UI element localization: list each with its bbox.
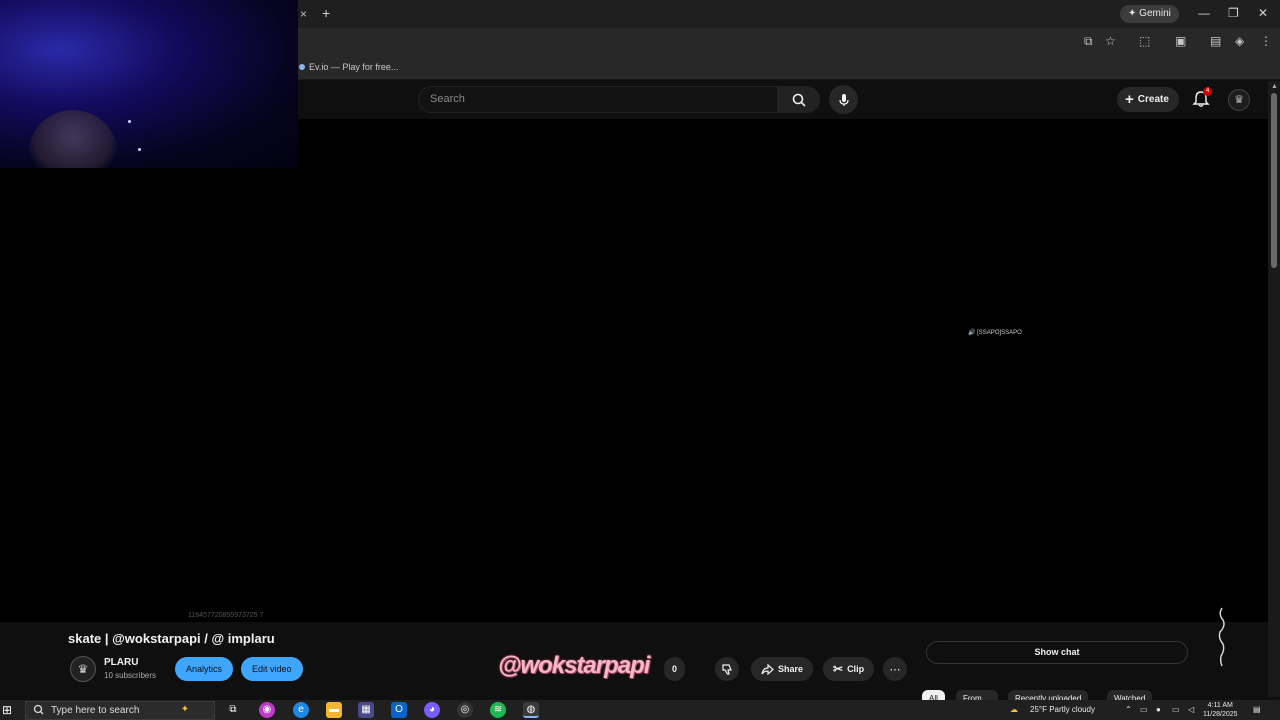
gemini-label: Gemini — [1139, 8, 1171, 19]
share-label: Share — [778, 664, 804, 674]
account-avatar[interactable]: ♛ — [1228, 89, 1250, 111]
install-app-icon[interactable]: ⧉ — [1084, 34, 1093, 49]
tray-volume-icon[interactable]: ◁ — [1188, 705, 1194, 714]
clip-button[interactable]: ✂ Clip — [823, 657, 875, 681]
bookmark-label: Ev.io — Play for free... — [309, 62, 399, 72]
share-button[interactable]: Share — [751, 657, 814, 681]
stream-watermark: @wokstarpapi — [498, 652, 650, 679]
extensions-icon[interactable]: ⬚ — [1139, 34, 1150, 48]
copilot-app-icon[interactable]: ◉ — [259, 702, 275, 718]
search-input[interactable]: Search — [418, 86, 778, 113]
taskbar-clock[interactable]: 4:11 AM 11/28/2025 — [1203, 701, 1238, 719]
tray-expand-icon[interactable]: ⌃ — [1125, 705, 1132, 714]
edge-browser-icon[interactable]: e — [293, 702, 309, 718]
channel-avatar[interactable]: ♛ — [70, 656, 96, 682]
discord-icon[interactable]: ◕ — [424, 702, 440, 718]
more-horizontal-icon: ⋯ — [889, 663, 901, 676]
create-button[interactable]: + Create — [1117, 87, 1179, 112]
scroll-thumb[interactable] — [1271, 93, 1277, 268]
like-button[interactable]: 0 — [664, 657, 686, 681]
bookmark-star-icon[interactable]: ☆ — [1105, 34, 1116, 48]
channel-name[interactable]: PLARU — [104, 657, 138, 668]
restore-icon[interactable]: ❐ — [1228, 6, 1239, 20]
bookmark-item[interactable]: Ev.io — Play for free... — [299, 62, 398, 72]
spotify-icon[interactable]: ≋ — [490, 702, 506, 718]
task-view-icon[interactable]: ⧉ — [225, 702, 241, 718]
voice-search-button[interactable] — [829, 85, 858, 114]
gemini-button[interactable]: ✦ Gemini — [1120, 5, 1179, 23]
share-arrow-icon — [761, 663, 774, 675]
plus-icon: + — [1125, 91, 1134, 108]
profile-avatar-icon[interactable]: ◈ — [1235, 34, 1244, 48]
player-id-text: 118457720855973725 7 — [188, 612, 264, 619]
analytics-button[interactable]: Analytics — [175, 657, 234, 681]
search-button[interactable] — [778, 86, 820, 113]
clock-time: 4:11 AM — [1207, 702, 1233, 709]
microphone-icon — [838, 93, 849, 106]
page-scrollbar[interactable]: ▲ — [1268, 81, 1280, 697]
thumbs-down-icon — [721, 663, 732, 675]
notification-badge: 4 — [1203, 87, 1212, 96]
windows-start-icon[interactable]: ⊞ — [2, 703, 12, 717]
video-title: skate | @wokstarpapi / @ implaru — [68, 631, 275, 646]
minimize-icon[interactable]: — — [1198, 6, 1210, 20]
browser-menu-icon[interactable]: ⋮ — [1260, 34, 1272, 48]
subscriber-count: 10 subscribers — [104, 671, 157, 680]
new-tab-button[interactable]: + — [322, 5, 330, 21]
player-overlay-caption: 🔊 [SSAPO]SSAPO — [968, 330, 1022, 336]
video-player[interactable]: 🔊 [SSAPO]SSAPO 118457720855973725 7 — [0, 119, 1268, 622]
windows-taskbar: ⊞ Type here to search ✦ ⧉ ◉ e ▬ ▦ O ◕ ◎ … — [0, 700, 1280, 720]
obs-icon[interactable]: ◎ — [457, 702, 473, 718]
notification-center-icon[interactable]: ▤ — [1253, 705, 1261, 714]
decorative-scribble-icon — [1218, 607, 1225, 667]
clip-label: Clip — [847, 664, 865, 674]
tab-close-button[interactable]: × — [300, 7, 307, 21]
profile-sync-icon[interactable]: ▤ — [1210, 34, 1221, 48]
split-view-icon[interactable]: ▣ — [1175, 34, 1186, 48]
clock-date: 11/28/2025 — [1203, 711, 1238, 718]
chrome-icon[interactable]: ◍ — [523, 702, 539, 718]
webcam-person — [28, 110, 118, 168]
outlook-icon[interactable]: O — [391, 702, 407, 718]
webcam-light-spot — [138, 148, 141, 151]
scroll-up-arrow-icon[interactable]: ▲ — [1271, 83, 1278, 90]
copilot-sparkle-icon[interactable]: ✦ — [177, 702, 193, 718]
more-actions-button[interactable]: ⋯ — [883, 657, 907, 681]
like-count: 0 — [672, 664, 678, 674]
tray-network-icon[interactable]: ▭ — [1172, 705, 1180, 714]
webcam-light-spot — [128, 120, 131, 123]
scissors-icon: ✂ — [833, 662, 844, 676]
edit-video-button[interactable]: Edit video — [241, 657, 303, 681]
tray-mic-icon[interactable]: ● — [1156, 705, 1161, 714]
create-label: Create — [1137, 94, 1169, 105]
show-chat-button[interactable]: Show chat — [926, 641, 1188, 664]
webcam-overlay — [0, 0, 298, 168]
store-icon[interactable]: ▦ — [358, 702, 374, 718]
weather-text[interactable]: 25°F Partly cloudy — [1030, 705, 1095, 714]
file-explorer-icon[interactable]: ▬ — [326, 702, 342, 718]
dislike-button[interactable] — [715, 657, 739, 681]
search-icon — [792, 93, 806, 107]
close-window-icon[interactable]: ✕ — [1258, 6, 1268, 20]
taskbar-search-icon — [33, 704, 44, 715]
weather-icon[interactable]: ☁ — [1010, 705, 1018, 714]
bookmark-favicon-icon — [299, 64, 305, 70]
tray-battery-icon[interactable]: ▭ — [1140, 705, 1148, 714]
